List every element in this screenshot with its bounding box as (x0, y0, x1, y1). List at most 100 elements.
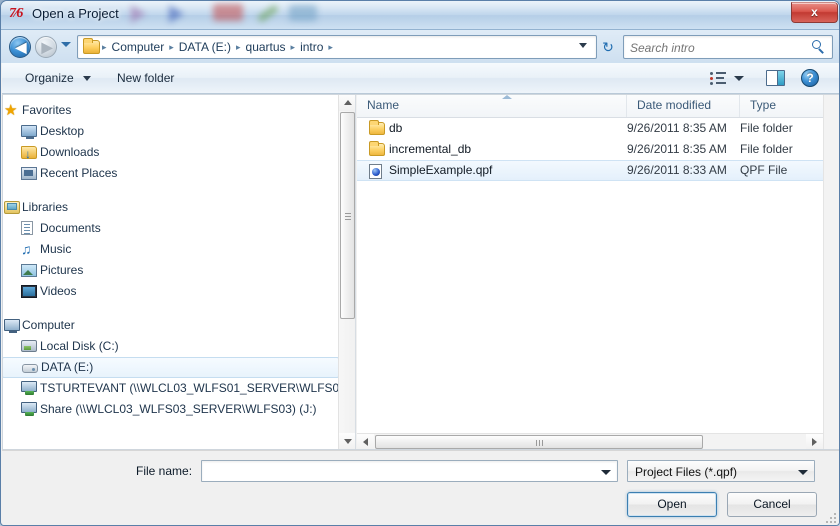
pictures-icon (21, 264, 37, 277)
file-name-input[interactable] (207, 463, 592, 480)
sidebar-item-tsturtevant[interactable]: TSTURTEVANT (\\WLCL03_WLFS01_SERVER\WLFS… (2, 378, 339, 399)
scroll-right-button[interactable] (806, 434, 823, 450)
new-folder-button[interactable]: New folder (110, 68, 181, 89)
search-input[interactable] (630, 38, 800, 57)
scroll-left-button[interactable] (357, 434, 374, 450)
address-bar: ◀ ▶ ▸ Computer ▸ DATA (E:) ▸ quartus ▸ i… (1, 30, 839, 63)
forward-button[interactable]: ▶ (35, 36, 57, 58)
cancel-button[interactable]: Cancel (727, 492, 817, 517)
resize-grip[interactable] (824, 511, 836, 523)
file-date-cell: 9/26/2011 8:35 AM (627, 121, 727, 135)
back-arrow-icon: ◀ (15, 39, 27, 55)
sidebar-item-label: Share (\\WLCL03_WLFS03_SERVER\WLFS03) (J… (40, 402, 317, 416)
column-label: Name (367, 98, 400, 112)
column-header-type[interactable]: Type (740, 94, 823, 117)
sidebar-item-downloads[interactable]: Downloads (2, 142, 339, 163)
file-name-cell: db (389, 121, 403, 135)
sidebar-item-computer[interactable]: Computer (2, 315, 339, 336)
breadcrumb-item-intro[interactable]: intro (297, 36, 326, 58)
sidebar-item-documents[interactable]: Documents (2, 218, 339, 239)
search-icon (812, 40, 826, 54)
refresh-icon[interactable]: ↻ (599, 38, 617, 56)
background-blur-icon-1 (131, 5, 165, 29)
column-header-row: Name Date modified Type (357, 94, 823, 118)
breadcrumb-separator: ▸ (102, 42, 107, 52)
table-row[interactable]: db 9/26/2011 8:35 AM File folder (357, 118, 823, 139)
sidebar-item-label: DATA (E:) (41, 360, 94, 374)
column-header-name[interactable]: Name (357, 94, 627, 117)
music-icon: ♫ (21, 241, 32, 257)
breadcrumb-item-quartus[interactable]: quartus (243, 36, 289, 58)
sidebar-item-label: Downloads (40, 145, 100, 159)
file-type-combobox[interactable]: Project Files (*.qpf) (627, 460, 815, 482)
preview-pane-icon[interactable] (766, 70, 785, 86)
sidebar-item-data-e[interactable]: DATA (E:) (2, 357, 339, 378)
scrollbar-thumb[interactable] (375, 435, 703, 449)
sidebar-item-favorites[interactable]: ★ Favorites (2, 100, 339, 121)
background-blur-icon-5 (289, 5, 321, 29)
organize-button[interactable]: Organize (18, 68, 98, 89)
organize-label: Organize (25, 71, 74, 85)
sidebar-item-recent-places[interactable]: Recent Places (2, 163, 339, 184)
sidebar-item-label: Local Disk (C:) (40, 339, 119, 353)
breadcrumb-item-computer[interactable]: Computer (109, 36, 168, 58)
column-header-date-modified[interactable]: Date modified (627, 94, 740, 117)
breadcrumb-bar[interactable]: ▸ Computer ▸ DATA (E:) ▸ quartus ▸ intro… (77, 35, 597, 59)
scroll-up-button[interactable] (339, 94, 355, 111)
file-rows: db 9/26/2011 8:35 AM File folder increme… (357, 118, 823, 181)
view-list-icon[interactable] (710, 71, 726, 86)
file-list-vertical-scrollbar[interactable] (823, 94, 839, 450)
removable-drive-icon (22, 364, 38, 373)
videos-icon (21, 285, 37, 298)
sidebar-item-share-j[interactable]: Share (\\WLCL03_WLFS03_SERVER\WLFS03) (J… (2, 399, 339, 420)
breadcrumb-separator: ▸ (235, 42, 241, 52)
sidebar-item-music[interactable]: ♫ Music (2, 239, 339, 260)
file-name-label: File name: (136, 464, 193, 478)
folder-icon (369, 120, 385, 135)
file-date-cell: 9/26/2011 8:33 AM (627, 163, 727, 177)
sidebar-item-local-disk-c[interactable]: Local Disk (C:) (2, 336, 339, 357)
chevron-down-icon[interactable] (798, 470, 808, 475)
network-drive-icon (21, 381, 37, 395)
chevron-down-icon[interactable] (601, 470, 611, 475)
open-button[interactable]: Open (627, 492, 717, 517)
table-row[interactable]: SimpleExample.qpf 9/26/2011 8:33 AM QPF … (357, 160, 823, 181)
sidebar-item-label: Desktop (40, 124, 85, 138)
scroll-down-button[interactable] (339, 433, 355, 450)
computer-icon (4, 319, 20, 333)
sidebar-item-pictures[interactable]: Pictures (2, 260, 339, 281)
breadcrumb-separator: ▸ (169, 42, 174, 52)
sidebar-item-label: Favorites (22, 103, 72, 117)
help-icon[interactable]: ? (801, 69, 819, 87)
file-list-pane: Name Date modified Type db 9/26/2011 8:3… (357, 94, 839, 450)
file-type-cell: QPF File (740, 163, 788, 177)
search-box[interactable] (623, 35, 833, 59)
sidebar-item-label: Pictures (40, 263, 84, 277)
sidebar-item-libraries[interactable]: Libraries (2, 197, 339, 218)
table-row[interactable]: incremental_db 9/26/2011 8:35 AM File fo… (357, 139, 823, 160)
sidebar-item-videos[interactable]: Videos (2, 281, 339, 302)
window-title: Open a Project (32, 6, 119, 21)
scrollbar-thumb[interactable] (340, 112, 355, 319)
view-dropdown-icon[interactable] (734, 76, 744, 81)
breadcrumb-separator: ▸ (290, 42, 296, 52)
sidebar-scrollbar[interactable] (338, 94, 355, 450)
close-button[interactable]: x (791, 2, 838, 23)
breadcrumb-item-data-e[interactable]: DATA (E:) (176, 36, 234, 58)
downloads-icon (21, 144, 37, 163)
folder-icon (369, 141, 385, 156)
star-icon: ★ (4, 102, 18, 119)
qpf-file-icon (369, 163, 386, 179)
sidebar-item-label: Recent Places (40, 166, 118, 180)
address-dropdown-icon[interactable] (579, 43, 587, 48)
file-list-horizontal-scrollbar[interactable] (357, 433, 823, 450)
file-name-cell: incremental_db (389, 142, 472, 156)
sidebar-item-label: TSTURTEVANT (\\WLCL03_WLFS01_SERVER\WLFS… (40, 381, 339, 395)
sidebar-item-desktop[interactable]: Desktop (2, 121, 339, 142)
back-button[interactable]: ◀ (9, 36, 31, 58)
history-dropdown-icon[interactable] (61, 42, 71, 47)
command-bar: Organize New folder ? (2, 63, 839, 94)
sidebar-item-label: Libraries (22, 200, 69, 214)
file-name-combobox[interactable] (201, 460, 618, 482)
